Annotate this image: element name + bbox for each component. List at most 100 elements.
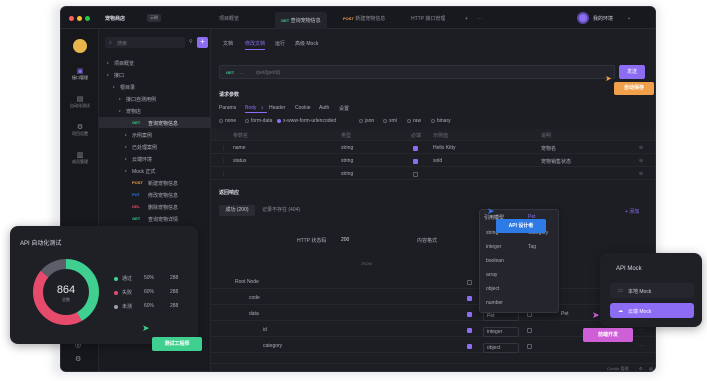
environment-label[interactable]: 我的环境 <box>593 15 613 22</box>
tree-item[interactable]: ▸ 宠物店 <box>99 105 211 116</box>
tab-doc[interactable]: 文档 <box>223 40 233 47</box>
response-tab-200[interactable]: 成功 (200) <box>219 205 255 216</box>
tree-item[interactable]: · POST 新建宠物信息 <box>99 177 211 188</box>
tree-item[interactable]: ▸ 示例案例 <box>99 129 211 140</box>
type-option-number[interactable]: number <box>486 300 503 306</box>
required-checkbox[interactable] <box>467 296 472 301</box>
required-checkbox[interactable] <box>413 146 418 151</box>
user-avatar[interactable] <box>577 12 589 24</box>
type-option-object[interactable]: object <box>486 286 499 292</box>
param-example[interactable]: Hello Kitty <box>433 145 456 151</box>
delete-row-icon[interactable]: ⊖ <box>639 158 643 164</box>
schema-type-select[interactable]: integer <box>483 327 519 337</box>
nav-members[interactable]: ▥ 成员管理 <box>65 151 95 165</box>
param-example[interactable]: sold <box>433 158 442 164</box>
body-type-json[interactable]: json <box>359 118 374 124</box>
settings-gear-icon[interactable]: ⚙ <box>75 355 81 363</box>
param-row[interactable]: ⋮ status string sold 宠物销售状态 ⊖ <box>211 155 655 167</box>
more-options-icon[interactable]: ⋯ <box>639 327 644 333</box>
nav-settings[interactable]: ⚙ 项目设置 <box>65 123 95 137</box>
tree-search-input[interactable]: ⌕ 搜索 <box>105 37 185 48</box>
param-name[interactable]: name <box>233 145 246 151</box>
schema-type-select[interactable]: object <box>483 343 519 353</box>
required-checkbox[interactable] <box>413 172 418 177</box>
tab-advanced-mock[interactable]: 高级 Mock <box>295 40 318 47</box>
param-name[interactable]: status <box>233 158 246 164</box>
nullable-checkbox[interactable] <box>527 328 532 333</box>
method-select[interactable]: GET <box>226 70 234 75</box>
type-option-integer[interactable]: integer <box>486 244 501 250</box>
tab-edit-doc[interactable]: 修改文档 <box>245 40 265 47</box>
layout-icon[interactable]: ▤ <box>649 366 653 371</box>
tree-item[interactable]: ▸ 云端环境 <box>99 153 211 164</box>
type-option-boolean[interactable]: boolean <box>486 258 504 264</box>
param-type[interactable]: string <box>341 171 353 177</box>
tree-item[interactable]: ▸ 根目录 <box>99 81 211 92</box>
param-desc[interactable]: 宠物销售状态 <box>541 158 571 165</box>
send-button[interactable]: 发送 <box>619 65 645 79</box>
response-tab-404[interactable]: 记录不存在 (404) <box>259 205 303 216</box>
drag-handle-icon[interactable]: ⋮ <box>221 171 226 177</box>
drag-handle-icon[interactable]: ⋮ <box>221 158 226 164</box>
tab-overview[interactable]: 项目概览 <box>219 14 239 24</box>
nullable-checkbox[interactable] <box>527 344 532 349</box>
body-type-x-www-form-urlencoded[interactable]: x-www-form-urlencoded <box>277 118 336 124</box>
required-checkbox[interactable] <box>467 344 472 349</box>
mock-option-local[interactable]: ▭ 本地 Mock <box>610 283 694 298</box>
nav-automation[interactable]: ▤ 自动化测试 <box>65 95 95 109</box>
body-type-raw[interactable]: raw <box>407 118 421 124</box>
body-type-xml[interactable]: xml <box>383 118 397 124</box>
schema-field-name[interactable]: Root Node <box>235 279 259 285</box>
required-checkbox[interactable] <box>467 328 472 333</box>
body-type-binary[interactable]: binary <box>431 118 451 124</box>
tree-item[interactable]: ▸ 接口 <box>99 69 211 80</box>
maximize-window-button[interactable] <box>85 16 90 21</box>
required-checkbox[interactable] <box>467 280 472 285</box>
body-type-form-data[interactable]: form-data <box>245 118 272 124</box>
param-tab-auth[interactable]: Auth <box>319 105 329 111</box>
tree-item[interactable]: · DEL 删除宠物信息 <box>99 201 211 212</box>
cookie-manager[interactable]: Cookie 管理 <box>607 366 629 371</box>
param-type[interactable]: string <box>341 145 353 151</box>
type-option-array[interactable]: array <box>486 272 497 278</box>
close-window-button[interactable] <box>69 16 74 21</box>
mock-option-cloud[interactable]: ☁ 云端 Mock <box>610 303 694 318</box>
tab-run[interactable]: 运行 <box>275 40 285 47</box>
settings-icon[interactable]: ⚙ <box>639 366 643 371</box>
schema-field-name[interactable]: code <box>249 295 260 301</box>
app-name[interactable]: 宠物商店 <box>105 15 125 22</box>
delete-row-icon[interactable]: ⊖ <box>639 171 643 177</box>
param-tab-params[interactable]: Params <box>219 105 236 111</box>
add-item-button[interactable]: + <box>197 37 208 48</box>
delete-row-icon[interactable]: ⊖ <box>639 145 643 151</box>
add-response-button[interactable]: + 添加 <box>625 208 639 215</box>
schema-field-name[interactable]: category <box>263 343 282 349</box>
required-checkbox[interactable] <box>413 159 418 164</box>
schema-field-name[interactable]: id <box>263 327 267 333</box>
tab-post-pet[interactable]: POST 新建宠物信息 <box>343 14 385 24</box>
url-input[interactable]: GET ⌄ /pet/{petId} <box>219 65 615 79</box>
body-type-none[interactable]: none <box>219 118 236 124</box>
param-row[interactable]: ⋮ string ⊖ <box>211 168 655 180</box>
tab-get-pet[interactable]: GET 查询宠物信息 <box>275 12 327 29</box>
add-tab-icon[interactable]: + <box>465 14 468 24</box>
http-status-value[interactable]: 200 <box>341 237 349 243</box>
type-option-tag[interactable]: Tag <box>528 244 536 250</box>
tab-http-api[interactable]: HTTP 接口管理 <box>411 14 445 24</box>
param-tab-body[interactable]: Body <box>245 105 256 111</box>
schema-row[interactable]: Root Nodeobject⋯ <box>211 275 655 289</box>
tree-item[interactable]: ▸ 已处理案例 <box>99 141 211 152</box>
param-tab-header[interactable]: Header <box>269 105 285 111</box>
more-options-icon[interactable]: ⋯ <box>639 343 644 349</box>
drag-handle-icon[interactable]: ⋮ <box>221 145 226 151</box>
schema-row[interactable]: codeinteger⋯ <box>211 291 655 305</box>
tree-item[interactable]: · GET 查询宠物详情 <box>99 213 211 224</box>
nav-api[interactable]: ▣ 接口管理 <box>65 67 95 81</box>
minimize-window-button[interactable] <box>77 16 82 21</box>
param-row[interactable]: ⋮ name string Hello Kitty 宠物名 ⊖ <box>211 142 655 154</box>
schema-field-name[interactable]: data <box>249 311 259 317</box>
schema-ref[interactable]: Pet <box>561 311 569 317</box>
chevron-down-icon[interactable]: ⌄ <box>627 15 631 21</box>
param-tab-cookie[interactable]: Cookie <box>295 105 311 111</box>
more-tabs-icon[interactable]: ⋯ <box>477 14 482 24</box>
